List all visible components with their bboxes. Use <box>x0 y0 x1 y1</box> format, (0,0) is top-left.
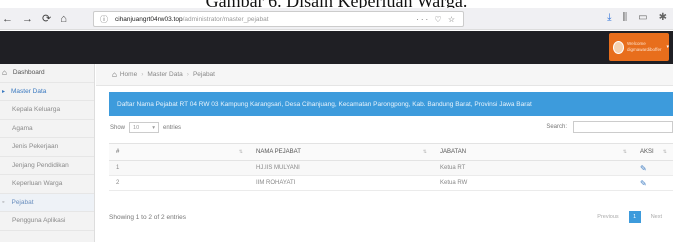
url-actions-icons[interactable]: ··· ♡ ☆ <box>416 15 457 24</box>
breadcrumb-separator: › <box>141 71 144 78</box>
home-icon[interactable]: ⌂ <box>60 13 67 25</box>
home-icon: ⌂ <box>112 70 117 79</box>
sidebar-item-dashboard[interactable]: ⌂ Dashboard <box>0 64 94 83</box>
back-icon[interactable]: ← <box>2 13 13 25</box>
sidebar-item-jenjang-pendidikan[interactable]: Jenjang Pendidikan <box>0 157 94 175</box>
browser-toolbar: ← → ⟳ ⌂ ⓘ cihanjuangrt04rw03.top/adminis… <box>0 8 673 30</box>
pagination: Previous 1 Next <box>592 211 667 223</box>
pagination-page-current[interactable]: 1 <box>628 211 641 223</box>
info-icon[interactable]: ⓘ <box>100 14 108 25</box>
breadcrumb: ⌂ Home › Master Data › Pejabat <box>96 64 673 86</box>
search-input[interactable] <box>573 121 673 133</box>
breadcrumb-separator: › <box>186 71 189 78</box>
cell-aksi: ✎ <box>633 161 673 176</box>
cell-aksi: ✎ <box>633 176 673 191</box>
table-search: Search: <box>546 121 673 133</box>
pejabat-table: # ⇅ NAMA PEJABAT ⇅ JABATAN ⇅ AKSI ⇅ 1 HJ.IIS… <box>109 143 673 191</box>
extension-icon[interactable]: ✱ <box>659 12 667 23</box>
user-menu[interactable]: Welcome digmawardiboffer ▾ <box>609 33 669 61</box>
cell-jabatan: Ketua RW <box>440 180 468 186</box>
pagination-next[interactable]: Next <box>646 211 667 223</box>
avatar <box>613 40 625 54</box>
download-icon[interactable]: ⤓ <box>607 12 611 23</box>
cell-no: 1 <box>116 165 120 171</box>
table-info: Showing 1 to 2 of 2 entries <box>109 214 186 221</box>
reload-icon[interactable]: ⟳ <box>42 12 51 25</box>
sort-icon: ⇅ <box>422 149 427 155</box>
table-row: 2 IIM ROHAYATI Ketua RW ✎ <box>109 176 673 191</box>
sidebar-item-kepala-keluarga[interactable]: Kepala Keluarga <box>0 101 94 120</box>
app-header: Welcome digmawardiboffer ▾ <box>0 31 673 64</box>
column-header-jabatan[interactable]: JABATAN ⇅ <box>433 143 633 161</box>
address-bar[interactable]: ⓘ cihanjuangrt04rw03.top/administrator/m… <box>93 11 464 27</box>
bullet-icon: ◦ <box>2 198 5 206</box>
browser-nav: ← → ⟳ ⌂ <box>0 12 67 26</box>
sidebar-toggle-icon[interactable]: ▭ <box>638 12 647 23</box>
table-row: 1 HJ.IIS MULYANI Ketua RT ✎ <box>109 160 673 176</box>
cell-jabatan: Ketua RT <box>440 165 466 171</box>
sidebar: ⌂ Dashboard ▸ Master Data Kepala Keluarga … <box>0 64 95 242</box>
breadcrumb-current: Pejabat <box>192 71 215 78</box>
table-controls: Show 10 ▾ entries Search: <box>109 118 673 136</box>
url-host: cihanjuangrt04rw03.top <box>115 15 183 23</box>
sidebar-item-keperluan-warga[interactable]: Keperluan Warga <box>0 175 94 194</box>
pagination-previous[interactable]: Previous <box>592 211 623 223</box>
sidebar-item-agama[interactable]: Agama <box>0 120 94 138</box>
dashboard-icon: ⌂ <box>2 68 7 78</box>
user-greeting: Welcome digmawardiboffer <box>627 41 662 52</box>
page-length: Show 10 ▾ entries <box>110 122 181 133</box>
column-header-aksi[interactable]: AKSI ⇅ <box>633 143 673 161</box>
sort-icon: ⇅ <box>662 149 667 155</box>
breadcrumb-home[interactable]: Home <box>120 71 137 78</box>
column-header-no[interactable]: # ⇅ <box>109 143 249 161</box>
url-path: /administrator/master_pejabat <box>182 15 269 23</box>
panel-title: Daftar Nama Pejabat RT 04 RW 03 Kampung … <box>109 92 673 116</box>
breadcrumb-master[interactable]: Master Data <box>147 71 182 78</box>
forward-icon[interactable]: → <box>22 13 33 25</box>
browser-right-buttons: ⤓ ⫼ ▭ ✱ <box>607 12 667 23</box>
cell-no: 2 <box>116 180 120 186</box>
page-length-select[interactable]: 10 ▾ <box>129 122 160 133</box>
cell-nama: IIM ROHAYATI <box>256 180 296 186</box>
column-header-nama[interactable]: NAMA PEJABAT ⇅ <box>249 143 433 161</box>
cell-nama: HJ.IIS MULYANI <box>256 165 300 171</box>
sidebar-item-pengguna-aplikasi[interactable]: Pengguna Aplikasi <box>0 212 94 231</box>
caret-down-icon: ▾ <box>666 44 669 50</box>
sort-icon: ⇅ <box>622 149 627 155</box>
sidebar-item-pejabat[interactable]: ◦ Pejabat <box>0 193 94 212</box>
edit-icon[interactable]: ✎ <box>640 164 647 173</box>
sidebar-item-jenis-pekerjaan[interactable]: Jenis Pekerjaan <box>0 138 94 157</box>
library-icon[interactable]: ⫼ <box>623 12 628 23</box>
edit-icon[interactable]: ✎ <box>640 179 647 188</box>
chevron-right-icon: ▸ <box>2 88 6 95</box>
sort-icon: ⇅ <box>238 149 243 155</box>
chevron-down-icon: ▾ <box>152 124 156 131</box>
sidebar-item-master-data[interactable]: ▸ Master Data <box>0 83 94 101</box>
